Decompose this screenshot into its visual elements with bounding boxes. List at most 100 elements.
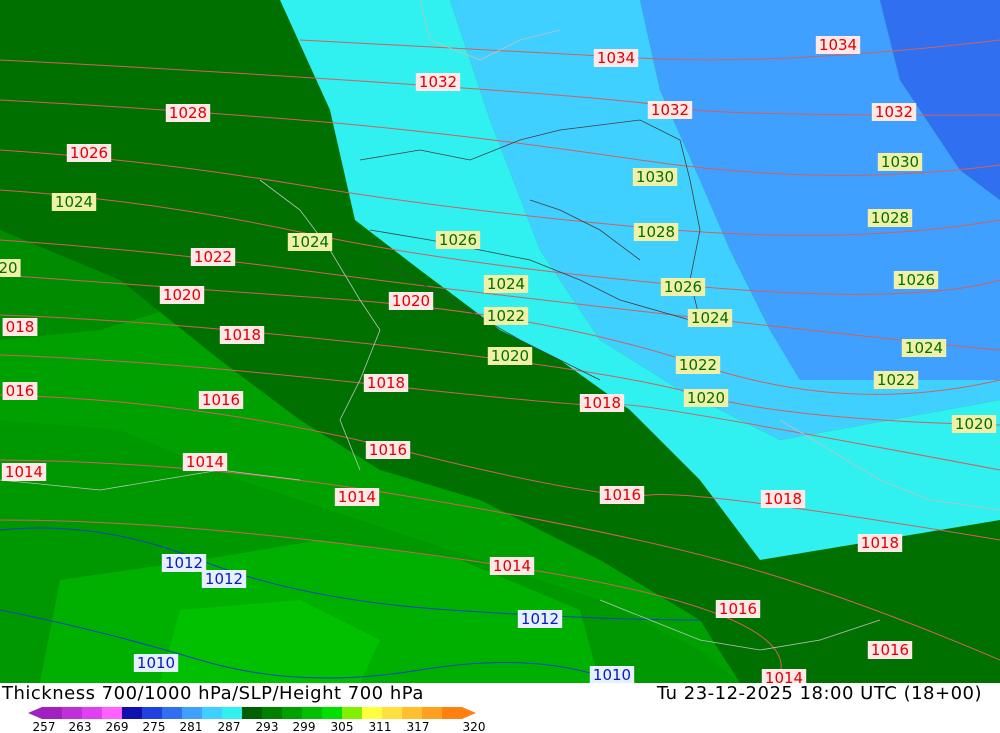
isobar-label-text: 1012 bbox=[205, 570, 243, 588]
isobar-label: 1032 bbox=[647, 101, 693, 119]
legend-swatch bbox=[382, 707, 403, 719]
isobar-label: 1014 bbox=[761, 669, 807, 683]
isobar-label-text: 1032 bbox=[651, 101, 689, 119]
legend-swatch bbox=[302, 707, 323, 719]
isobar-label-text: 1024 bbox=[905, 339, 943, 357]
isobar-label-text: 1030 bbox=[881, 153, 919, 171]
isobar-label: 1020 bbox=[388, 292, 434, 310]
isobar-label-text: 1016 bbox=[603, 486, 641, 504]
isobar-label: 1026 bbox=[66, 144, 112, 162]
isobar-label: 1034 bbox=[593, 49, 639, 67]
isobar-label: 1020 bbox=[951, 415, 997, 433]
legend-swatch bbox=[82, 707, 103, 719]
map-footer: Thickness 700/1000 hPa/SLP/Height 700 hP… bbox=[0, 683, 1000, 733]
isobar-label-text: 1026 bbox=[70, 144, 108, 162]
isobar-label: 1018 bbox=[363, 374, 409, 392]
isobar-label: 1020 bbox=[683, 389, 729, 407]
isobar-label-text: 1028 bbox=[871, 209, 909, 227]
isobar-label-text: 1024 bbox=[291, 233, 329, 251]
isobar-label-text: 1018 bbox=[367, 374, 405, 392]
isobar-label-text: 1012 bbox=[521, 610, 559, 628]
map-title: Thickness 700/1000 hPa/SLP/Height 700 hP… bbox=[2, 683, 424, 704]
isobar-label-text: 1022 bbox=[679, 356, 717, 374]
legend-tick-label: 299 bbox=[293, 720, 316, 733]
isobar-label: 1024 bbox=[287, 233, 333, 251]
legend-arrow-left bbox=[28, 707, 42, 719]
map-datetime: Tu 23-12-2025 18:00 UTC (18+00) bbox=[656, 683, 982, 704]
legend-swatch bbox=[282, 707, 303, 719]
isobar-label-text: 1016 bbox=[202, 391, 240, 409]
isobar-label-text: 1020 bbox=[955, 415, 993, 433]
isobar-label-text: 1014 bbox=[765, 669, 803, 683]
legend-swatch bbox=[422, 707, 443, 719]
isobar-label: 1028 bbox=[633, 223, 679, 241]
isobar-label: 1034 bbox=[815, 36, 861, 54]
isobar-label: 1030 bbox=[877, 153, 923, 171]
isobar-label: 1018 bbox=[219, 326, 265, 344]
isobar-label-text: 1022 bbox=[877, 371, 915, 389]
isobar-label-text: 1012 bbox=[165, 554, 203, 572]
isobar-label-text: 1022 bbox=[487, 307, 525, 325]
isobar-label: 1016 bbox=[198, 391, 244, 409]
legend-tick-label: 263 bbox=[69, 720, 92, 733]
isobar-label: 1022 bbox=[483, 307, 529, 325]
isobar-label-text: 018 bbox=[6, 318, 35, 336]
isobar-label-text: 1014 bbox=[493, 557, 531, 575]
isobar-label: 1024 bbox=[901, 339, 947, 357]
isobar-label: 1028 bbox=[867, 209, 913, 227]
isobar-label: 1022 bbox=[873, 371, 919, 389]
color-legend: 257 263 269 275 281 287 293 299 305 311 317 320 bbox=[28, 707, 485, 733]
legend-swatch bbox=[222, 707, 243, 719]
isobar-label-text: 1016 bbox=[871, 641, 909, 659]
legend-tick-label: 281 bbox=[180, 720, 203, 733]
isobar-label: 1024 bbox=[483, 275, 529, 293]
isobar-label: 1026 bbox=[893, 271, 939, 289]
legend-swatch bbox=[142, 707, 163, 719]
isobar-label-text: 1026 bbox=[664, 278, 702, 296]
isobar-label-text: 1020 bbox=[491, 347, 529, 365]
legend-swatch bbox=[442, 707, 463, 719]
isobar-label: 1014 bbox=[489, 557, 535, 575]
isobar-label: 20 bbox=[0, 259, 21, 277]
isobar-label: 1022 bbox=[675, 356, 721, 374]
isobar-label-text: 1014 bbox=[338, 488, 376, 506]
isobar-label: 1020 bbox=[487, 347, 533, 365]
legend-arrow-right bbox=[462, 707, 476, 719]
isobar-label: 1018 bbox=[579, 394, 625, 412]
legend-tick-label: 257 bbox=[33, 720, 56, 733]
legend-tick-label: 293 bbox=[256, 720, 279, 733]
legend-tick-label: 317 bbox=[407, 720, 430, 733]
isobar-label-text: 1028 bbox=[637, 223, 675, 241]
legend-tick-label: 275 bbox=[143, 720, 166, 733]
isobar-label-text: 1010 bbox=[593, 666, 631, 683]
legend-swatch bbox=[322, 707, 343, 719]
isobar-label-text: 20 bbox=[0, 259, 18, 277]
isobar-label: 1010 bbox=[589, 666, 635, 683]
isobar-label-text: 1034 bbox=[819, 36, 857, 54]
isobar-label: 1026 bbox=[435, 231, 481, 249]
isobar-label: 1020 bbox=[159, 286, 205, 304]
isobar-label: 1014 bbox=[1, 463, 47, 481]
isobar-label: 1016 bbox=[365, 441, 411, 459]
isobar-label: 1014 bbox=[334, 488, 380, 506]
isobar-label-text: 1010 bbox=[137, 654, 175, 672]
isobar-label-text: 1014 bbox=[5, 463, 43, 481]
isobar-label: 1014 bbox=[182, 453, 228, 471]
isobar-label-text: 1028 bbox=[169, 104, 207, 122]
isobar-label: 1012 bbox=[201, 570, 247, 588]
isobar-label: 1022 bbox=[190, 248, 236, 266]
isobar-label: 1028 bbox=[165, 104, 211, 122]
legend-tick-label: 311 bbox=[369, 720, 392, 733]
legend-swatch bbox=[42, 707, 63, 719]
isobar-label-text: 016 bbox=[6, 382, 35, 400]
legend-swatch bbox=[62, 707, 83, 719]
legend-tick-label: 305 bbox=[331, 720, 354, 733]
isobar-label: 1012 bbox=[161, 554, 207, 572]
isobar-label-text: 1018 bbox=[861, 534, 899, 552]
isobar-label: 1016 bbox=[867, 641, 913, 659]
isobar-label-text: 1022 bbox=[194, 248, 232, 266]
isobar-label: 1016 bbox=[715, 600, 761, 618]
isobar-label-text: 1018 bbox=[223, 326, 261, 344]
isobar-label: 1024 bbox=[51, 193, 97, 211]
isobar-label: 1026 bbox=[660, 278, 706, 296]
